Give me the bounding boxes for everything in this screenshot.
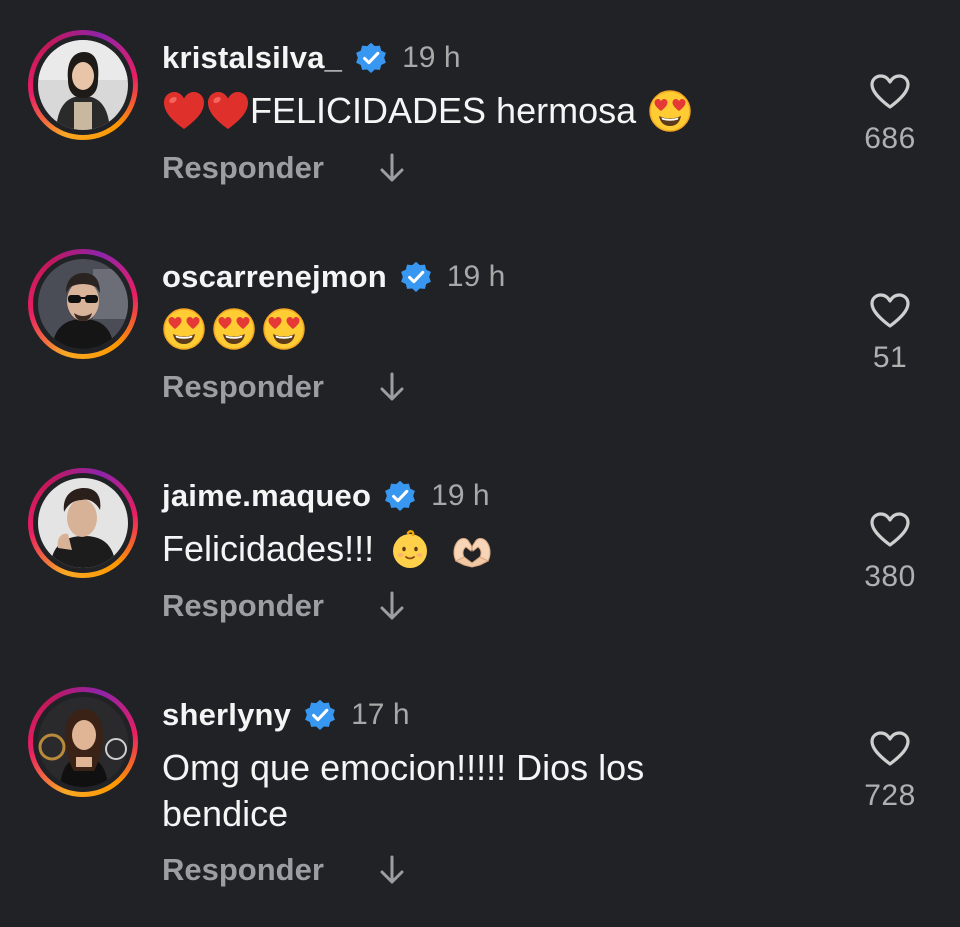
baby-emoji-icon [388,527,432,571]
username[interactable]: sherlyny [162,697,291,733]
like-area: 51 [852,293,928,375]
verified-badge-icon [383,479,417,513]
avatar[interactable] [38,40,128,130]
heart-eyes-emoji-icon [262,307,306,351]
comment-body: FELICIDADES hermosa [250,90,637,131]
like-heart-icon[interactable] [870,512,910,548]
verified-badge-icon [303,698,337,732]
comment-body-line-1: Omg que emocion!!!!! Dios los [162,747,645,788]
like-count: 686 [864,122,916,155]
red-heart-emoji-icon [162,89,206,133]
heart-hands-emoji-icon [450,527,494,571]
like-heart-icon[interactable] [870,74,910,110]
reply-row: Responder [162,588,406,624]
comment-meta: sherlyny 17 h [162,695,410,735]
like-area: 380 [852,512,928,594]
comment-body-line-2: bendice [162,793,289,834]
comment-text: Felicidades!!! [162,526,802,572]
timestamp: 19 h [431,479,490,512]
reply-row: Responder [162,852,406,888]
translate-arrow-icon[interactable] [378,371,406,403]
heart-eyes-emoji-icon [162,307,206,351]
comment-text: FELICIDADES hermosa [162,88,802,134]
reply-row: Responder [162,150,406,186]
comment-body: Felicidades!!! [162,528,375,569]
avatar-story-ring[interactable] [28,249,138,359]
avatar[interactable] [38,478,128,568]
like-count: 51 [872,341,908,374]
heart-eyes-emoji-icon [212,307,256,351]
verified-badge-icon [399,260,433,294]
username[interactable]: oscarrenejmon [162,259,387,295]
timestamp: 17 h [351,698,410,731]
username[interactable]: kristalsilva_ [162,40,342,76]
heart-eyes-emoji-icon [648,89,692,133]
translate-arrow-icon[interactable] [378,590,406,622]
comment-text: Omg que emocion!!!!! Dios los bendice [162,745,802,837]
translate-arrow-icon[interactable] [378,854,406,886]
like-area: 686 [852,74,928,156]
timestamp: 19 h [446,260,506,293]
reply-button[interactable]: Responder [162,852,324,888]
red-heart-emoji-icon [206,89,250,133]
like-count: 728 [864,779,916,812]
verified-badge-icon [354,41,388,75]
comment-text [162,307,802,351]
avatar-story-ring[interactable] [28,468,138,578]
comment-meta: kristalsilva_ 19 h [162,38,461,78]
like-count: 380 [864,560,916,593]
username[interactable]: jaime.maqueo [162,478,371,514]
reply-row: Responder [162,369,406,405]
reply-button[interactable]: Responder [162,369,324,405]
comment-meta: jaime.maqueo 19 h [162,476,490,516]
like-heart-icon[interactable] [870,731,910,767]
comment-meta: oscarrenejmon 19 h [162,257,505,297]
like-heart-icon[interactable] [870,293,910,329]
avatar-story-ring[interactable] [28,687,138,797]
avatar[interactable] [38,259,128,349]
like-area: 728 [852,731,928,813]
avatar[interactable] [38,697,128,787]
reply-button[interactable]: Responder [162,150,324,186]
translate-arrow-icon[interactable] [378,152,406,184]
timestamp: 19 h [402,41,461,74]
avatar-story-ring[interactable] [28,30,138,140]
reply-button[interactable]: Responder [162,588,324,624]
